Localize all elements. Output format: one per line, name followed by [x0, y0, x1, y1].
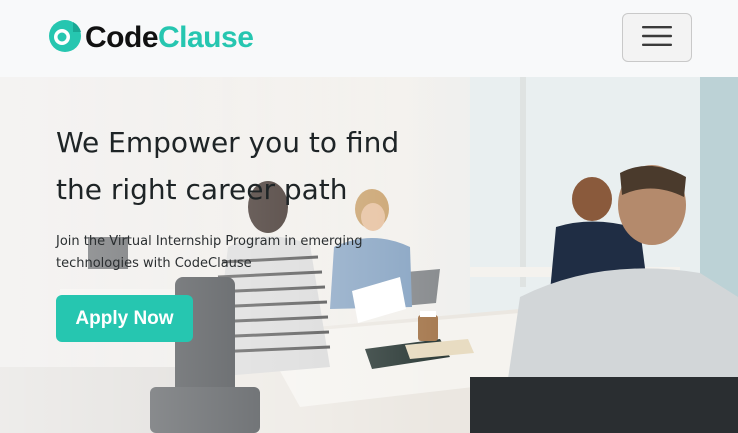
brand-logo-link[interactable]: CodeClause — [47, 18, 254, 58]
hero-subtitle: Join the Virtual Internship Program in e… — [56, 231, 396, 275]
codeclause-logo-icon — [47, 18, 85, 58]
hero-title-line-2: the right career path — [56, 173, 348, 206]
hero-title: We Empower you to find the right career … — [56, 119, 476, 213]
brand-name-clause: Clause — [158, 21, 254, 54]
brand-name-code: Code — [85, 21, 159, 54]
hero-title-line-1: We Empower you to find — [56, 126, 400, 159]
hero-section: We Empower you to find the right career … — [0, 77, 738, 433]
apply-now-button[interactable]: Apply Now — [56, 295, 193, 342]
hero-subtitle-line-1: Join the Virtual Internship Program in e… — [56, 234, 363, 249]
navbar: CodeClause — [0, 0, 738, 77]
hero-subtitle-line-2: technologies with CodeClause — [56, 256, 252, 271]
navbar-toggle-button[interactable] — [622, 13, 692, 62]
brand-name: CodeClause — [85, 18, 254, 58]
hamburger-menu-icon — [641, 24, 673, 51]
